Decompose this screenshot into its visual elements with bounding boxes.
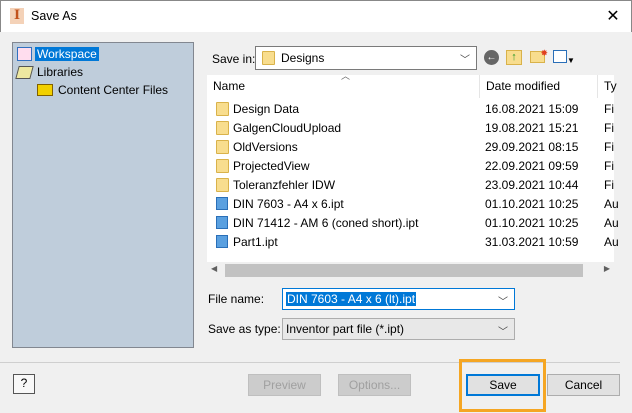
inventor-app-icon: I bbox=[10, 8, 24, 24]
file-type: Fi bbox=[604, 101, 614, 116]
file-type: Au bbox=[604, 234, 619, 249]
file-date: 31.03.2021 10:59 bbox=[485, 234, 579, 249]
workspace-icon bbox=[17, 47, 32, 61]
file-date: 01.10.2021 10:25 bbox=[485, 215, 579, 230]
folder-icon bbox=[262, 51, 275, 65]
file-name-value: DIN 7603 - A4 x 6 (lt).ipt bbox=[286, 292, 417, 306]
close-button[interactable]: ✕ bbox=[599, 5, 627, 29]
location-tree: Workspace Libraries Content Center Files bbox=[12, 42, 194, 348]
file-list[interactable]: ︿ Name Date modified Ty Design Data 16.0… bbox=[207, 71, 619, 279]
tree-item-label: Workspace bbox=[35, 47, 99, 61]
file-row[interactable]: Part1.ipt 31.03.2021 10:59 Au bbox=[207, 232, 619, 251]
scrollbar-thumb[interactable] bbox=[225, 264, 583, 277]
save-as-type-dropdown[interactable]: Inventor part file (*.ipt) ﹀ bbox=[282, 318, 515, 340]
up-folder-icon[interactable]: ↑ bbox=[506, 50, 522, 65]
column-header-type[interactable]: Ty bbox=[598, 75, 618, 98]
view-menu-icon[interactable]: ▼ bbox=[553, 50, 577, 65]
file-row[interactable]: OldVersions 29.09.2021 08:15 Fi bbox=[207, 137, 614, 156]
scroll-right-icon[interactable]: ▶ bbox=[604, 264, 610, 273]
tree-item-content-center-files[interactable]: Content Center Files bbox=[37, 81, 168, 99]
help-button[interactable]: ? bbox=[13, 374, 35, 394]
new-folder-icon[interactable]: ✸ bbox=[530, 48, 548, 63]
file-name-label: File name: bbox=[208, 292, 265, 306]
save-as-type-label: Save as type: bbox=[208, 322, 281, 336]
file-row[interactable]: DIN 7603 - A4 x 6.ipt 01.10.2021 10:25 A… bbox=[207, 194, 619, 213]
file-row[interactable]: Design Data 16.08.2021 15:09 Fi bbox=[207, 99, 614, 118]
folder-icon bbox=[216, 159, 229, 173]
file-row[interactable]: Toleranzfehler IDW 23.09.2021 10:44 Fi bbox=[207, 175, 614, 194]
file-type: Fi bbox=[604, 158, 614, 173]
horizontal-scrollbar[interactable]: ◀ ▶ bbox=[207, 262, 614, 279]
folder-icon bbox=[37, 84, 53, 96]
folder-icon bbox=[216, 121, 229, 135]
file-row[interactable]: DIN 71412 - AM 6 (coned short).ipt 01.10… bbox=[207, 213, 619, 232]
part-file-icon bbox=[216, 197, 228, 210]
folder-icon bbox=[216, 178, 229, 192]
libraries-icon bbox=[15, 65, 34, 79]
file-name: GalgenCloudUpload bbox=[233, 120, 342, 135]
folder-icon bbox=[216, 140, 229, 154]
chevron-down-icon: ﹀ bbox=[460, 55, 470, 66]
file-date: 19.08.2021 15:21 bbox=[485, 120, 579, 135]
window-title: Save As bbox=[31, 9, 77, 23]
file-name: ProjectedView bbox=[233, 158, 310, 173]
file-row[interactable]: GalgenCloudUpload 19.08.2021 15:21 Fi bbox=[207, 118, 614, 137]
tree-item-libraries[interactable]: Libraries bbox=[15, 63, 84, 81]
tree-item-label: Libraries bbox=[37, 65, 84, 79]
file-date: 16.08.2021 15:09 bbox=[485, 101, 579, 116]
file-name: Toleranzfehler IDW bbox=[233, 177, 336, 192]
preview-button[interactable]: Preview bbox=[248, 374, 321, 396]
back-icon[interactable]: ← bbox=[484, 50, 499, 65]
file-type: Fi bbox=[604, 177, 614, 192]
save-button[interactable]: Save bbox=[466, 374, 540, 396]
save-in-value: Designs bbox=[281, 51, 325, 65]
file-date: 22.09.2021 09:59 bbox=[485, 158, 579, 173]
file-type: Au bbox=[604, 196, 619, 211]
file-date: 01.10.2021 10:25 bbox=[485, 196, 579, 211]
chevron-down-icon[interactable]: ﹀ bbox=[498, 293, 508, 308]
save-in-dropdown[interactable]: Designs ﹀ bbox=[255, 46, 477, 70]
folder-icon bbox=[216, 102, 229, 116]
file-date: 23.09.2021 10:44 bbox=[485, 177, 579, 192]
cancel-button[interactable]: Cancel bbox=[547, 374, 620, 396]
part-file-icon bbox=[216, 216, 228, 229]
options-button[interactable]: Options... bbox=[338, 374, 411, 396]
file-name: OldVersions bbox=[233, 139, 298, 154]
file-type: Fi bbox=[604, 139, 614, 154]
tree-item-label: Content Center Files bbox=[58, 83, 169, 97]
file-name: DIN 7603 - A4 x 6.ipt bbox=[233, 196, 344, 211]
chevron-down-icon: ﹀ bbox=[498, 327, 508, 338]
column-header-date[interactable]: Date modified bbox=[480, 75, 598, 98]
column-header-name[interactable]: Name bbox=[207, 75, 480, 98]
scroll-left-icon[interactable]: ◀ bbox=[211, 264, 217, 273]
file-type: Fi bbox=[604, 120, 614, 135]
save-in-label: Save in: bbox=[212, 52, 256, 66]
file-name: Part1.ipt bbox=[233, 234, 278, 249]
file-name-input[interactable]: DIN 7603 - A4 x 6 (lt).ipt ﹀ bbox=[282, 288, 515, 310]
save-as-type-value: Inventor part file (*.ipt) bbox=[286, 322, 405, 336]
file-row[interactable]: ProjectedView 22.09.2021 09:59 Fi bbox=[207, 156, 614, 175]
file-name: Design Data bbox=[233, 101, 300, 116]
file-name: DIN 71412 - AM 6 (coned short).ipt bbox=[233, 215, 419, 230]
file-date: 29.09.2021 08:15 bbox=[485, 139, 579, 154]
tree-item-workspace[interactable]: Workspace bbox=[17, 45, 99, 63]
part-file-icon bbox=[216, 235, 228, 248]
title-bar: I Save As ✕ bbox=[0, 0, 632, 32]
file-type: Au bbox=[604, 215, 619, 230]
